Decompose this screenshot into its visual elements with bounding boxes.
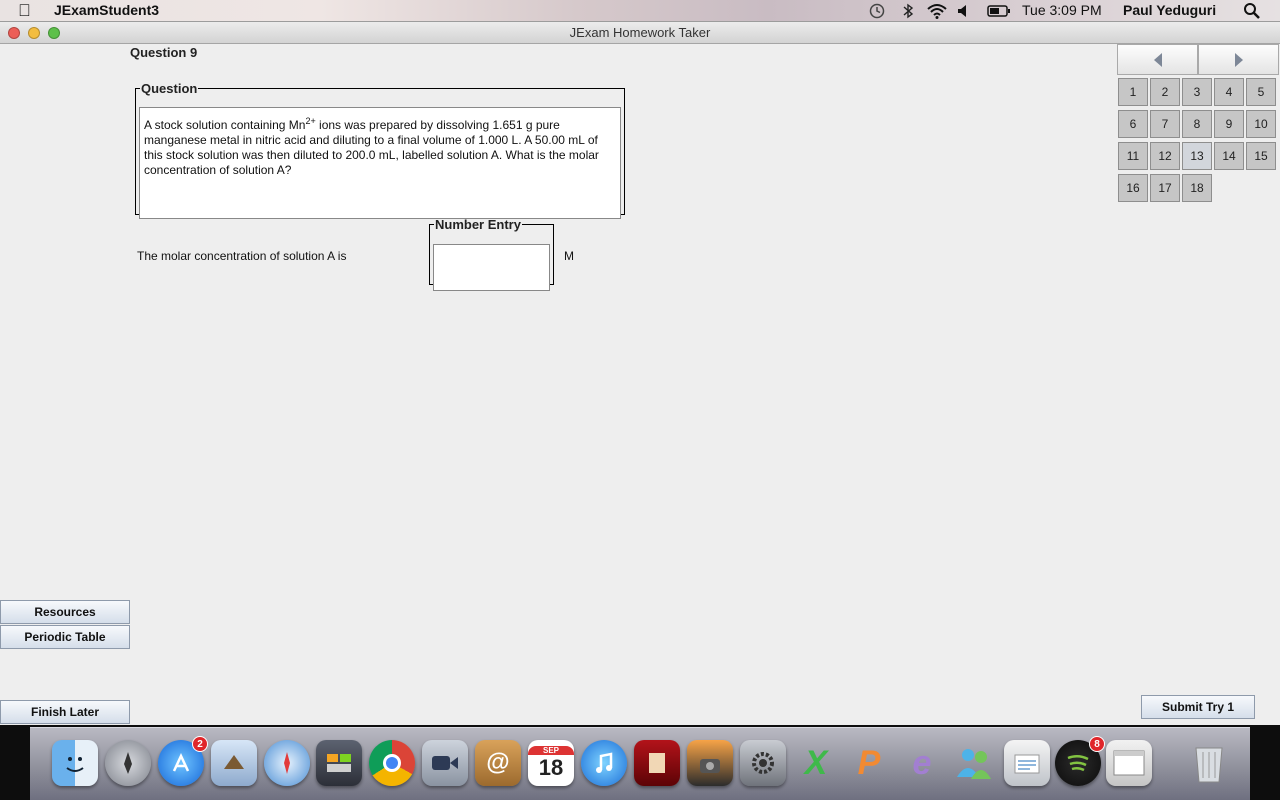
menubar-clock[interactable]: Tue 3:09 PM xyxy=(1022,2,1102,18)
chrome-icon[interactable] xyxy=(369,740,415,786)
question-number-18-button[interactable]: 18 xyxy=(1182,174,1212,202)
question-superscript: 2+ xyxy=(305,116,316,126)
battery-icon[interactable] xyxy=(987,2,1011,23)
answer-unit: M xyxy=(564,249,574,263)
number-entry-legend: Number Entry xyxy=(435,217,521,232)
spotify-badge: 8 xyxy=(1089,736,1105,752)
question-number-4-button[interactable]: 4 xyxy=(1214,78,1244,106)
facetime-icon[interactable] xyxy=(422,740,468,786)
finder-icon[interactable] xyxy=(52,740,98,786)
time-machine-icon[interactable] xyxy=(868,2,886,23)
menubar:  JExamStudent3 Tue 3:09 PM Paul Yedugur… xyxy=(0,0,1280,22)
number-entry-panel: Number Entry xyxy=(429,217,554,291)
app-name[interactable]: JExamStudent3 xyxy=(54,2,159,18)
safari-icon[interactable] xyxy=(264,740,310,786)
answer-input[interactable] xyxy=(433,244,550,291)
question-number-9-button[interactable]: 9 xyxy=(1214,110,1244,138)
main-content: Question 9 Question A stock solution con… xyxy=(0,44,1280,725)
trash-icon[interactable] xyxy=(1186,740,1232,786)
left-arrow-icon xyxy=(1153,52,1162,67)
question-legend: Question xyxy=(141,81,198,96)
question-number-13-button[interactable]: 13 xyxy=(1182,142,1212,170)
next-question-button[interactable] xyxy=(1198,44,1279,75)
question-number-12-button[interactable]: 12 xyxy=(1150,142,1180,170)
question-text: A stock solution containing Mn2+ ions wa… xyxy=(139,107,621,219)
excel-icon[interactable]: X xyxy=(793,740,839,786)
itunes-icon[interactable] xyxy=(581,740,627,786)
question-text-start: A stock solution containing Mn xyxy=(144,118,306,132)
spotlight-icon[interactable] xyxy=(1243,2,1261,23)
question-number-15-button[interactable]: 15 xyxy=(1246,142,1276,170)
calendar-month: SEP xyxy=(528,745,574,755)
volume-icon[interactable] xyxy=(956,2,970,23)
photo-booth-icon[interactable] xyxy=(634,740,680,786)
question-number-2-button[interactable]: 2 xyxy=(1150,78,1180,106)
resources-button[interactable]: Resources xyxy=(0,600,130,624)
contacts-icon[interactable]: @ xyxy=(475,740,521,786)
question-number-16-button[interactable]: 16 xyxy=(1118,174,1148,202)
question-number-14-button[interactable]: 14 xyxy=(1214,142,1244,170)
question-number-17-button[interactable]: 17 xyxy=(1150,174,1180,202)
app-store-badge: 2 xyxy=(192,736,208,752)
question-number-10-button[interactable]: 10 xyxy=(1246,110,1276,138)
dock-shelf: 2 @ SEP 18 X P e 8 xyxy=(30,727,1250,800)
spotify-icon[interactable]: 8 xyxy=(1055,736,1105,786)
periodic-table-button[interactable]: Periodic Table xyxy=(0,625,130,649)
powerpoint-icon[interactable]: P xyxy=(846,740,892,786)
iphoto-icon[interactable] xyxy=(687,740,733,786)
wifi-icon[interactable] xyxy=(926,2,948,23)
calendar-icon[interactable]: SEP 18 xyxy=(528,740,574,786)
dock: 2 @ SEP 18 X P e 8 xyxy=(0,725,1280,800)
question-number-1-button[interactable]: 1 xyxy=(1118,78,1148,106)
window-titlebar[interactable]: JExam Homework Taker xyxy=(0,22,1280,44)
calendar-day: 18 xyxy=(538,754,564,780)
mail-icon[interactable] xyxy=(211,740,257,786)
photo-browser-icon[interactable] xyxy=(316,740,362,786)
documents-folder-icon[interactable] xyxy=(1004,740,1050,786)
submit-button[interactable]: Submit Try 1 xyxy=(1141,695,1255,719)
app-store-icon[interactable]: 2 xyxy=(158,736,208,786)
right-arrow-icon xyxy=(1234,52,1243,67)
window-title: JExam Homework Taker xyxy=(569,25,711,40)
question-panel: Question A stock solution containing Mn2… xyxy=(135,81,625,219)
finish-later-button[interactable]: Finish Later xyxy=(0,700,130,724)
apple-icon[interactable]:  xyxy=(18,1,31,21)
question-number-11-button[interactable]: 11 xyxy=(1118,142,1148,170)
launchpad-icon[interactable] xyxy=(105,740,151,786)
bluetooth-icon[interactable] xyxy=(902,2,914,23)
question-heading: Question 9 xyxy=(130,45,198,60)
previous-question-button[interactable] xyxy=(1117,44,1198,75)
java-app-window-icon[interactable] xyxy=(1106,740,1152,786)
question-number-6-button[interactable]: 6 xyxy=(1118,110,1148,138)
question-number-5-button[interactable]: 5 xyxy=(1246,78,1276,106)
question-number-7-button[interactable]: 7 xyxy=(1150,110,1180,138)
question-number-8-button[interactable]: 8 xyxy=(1182,110,1212,138)
system-preferences-icon[interactable] xyxy=(740,740,786,786)
menubar-user[interactable]: Paul Yeduguri xyxy=(1123,2,1216,18)
answer-label: The molar concentration of solution A is xyxy=(137,249,347,263)
entourage-icon[interactable]: e xyxy=(899,740,945,786)
messenger-icon[interactable] xyxy=(951,740,997,786)
question-number-3-button[interactable]: 3 xyxy=(1182,78,1212,106)
